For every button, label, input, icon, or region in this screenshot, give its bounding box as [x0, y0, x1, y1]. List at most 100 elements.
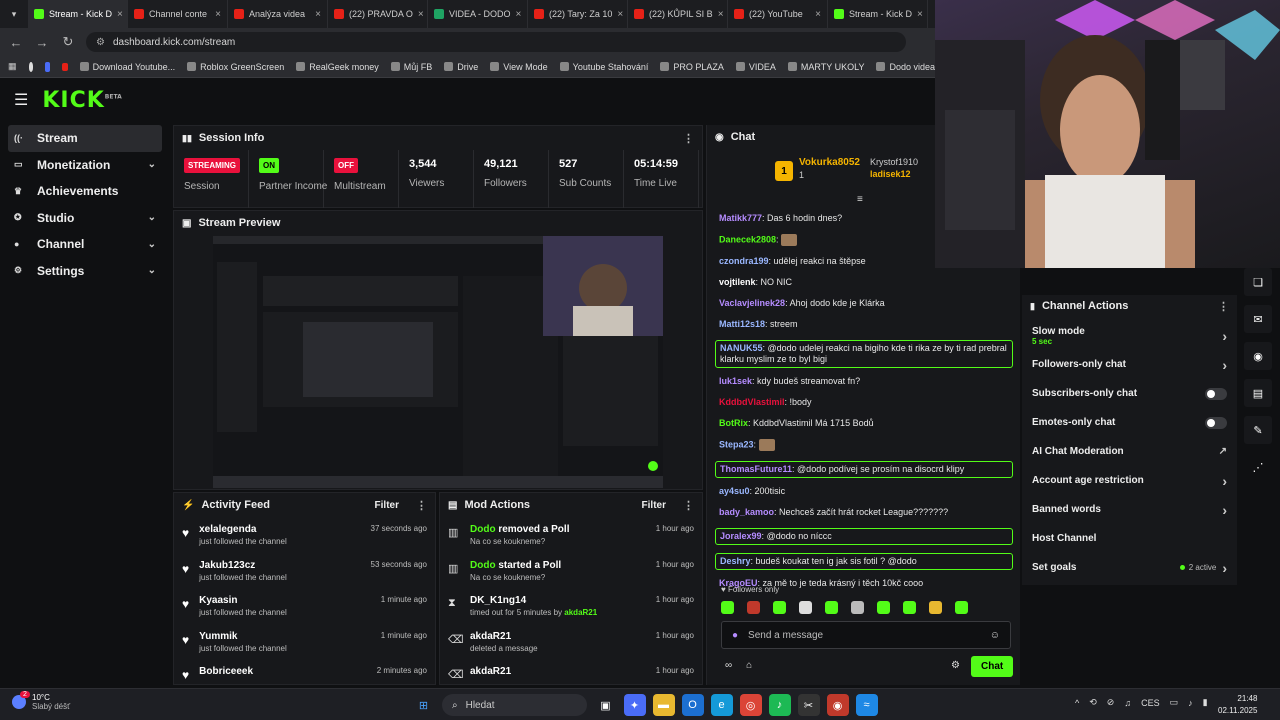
chevron-down-icon[interactable]: ⌄: [148, 212, 156, 223]
chevron-down-icon[interactable]: ⌄: [148, 159, 156, 170]
url-field[interactable]: ⚙ dashboard.kick.com/stream: [86, 32, 906, 52]
close-tab-icon[interactable]: ×: [815, 9, 821, 20]
emote-icon[interactable]: [851, 601, 864, 614]
forward-icon[interactable]: →: [34, 35, 50, 50]
display-icon[interactable]: ▭: [1170, 697, 1179, 708]
emote-icon[interactable]: [721, 601, 734, 614]
chrome-taskbar-icon[interactable]: ◎: [739, 694, 762, 716]
moderator-name[interactable]: akdaR21: [470, 631, 511, 642]
activity-filter-button[interactable]: Filter: [375, 500, 399, 511]
chevron-right-icon[interactable]: ›: [1222, 473, 1227, 489]
moderator-name[interactable]: akdaR21: [564, 608, 597, 617]
close-tab-icon[interactable]: ×: [718, 9, 724, 20]
more-icon[interactable]: ⋮: [683, 499, 694, 512]
more-icon[interactable]: ⋮: [1218, 300, 1229, 313]
close-tab-icon[interactable]: ×: [315, 9, 321, 20]
follower-name[interactable]: Jakub123cz: [199, 560, 287, 571]
back-icon[interactable]: ←: [8, 35, 24, 50]
emote-icon[interactable]: [929, 601, 942, 614]
chevron-down-icon[interactable]: ⌄: [148, 239, 156, 250]
chat-bubble-icon[interactable]: ✉: [1244, 305, 1272, 333]
chat-username[interactable]: vojtilenk: [719, 277, 756, 287]
browser-tab[interactable]: Channel conte ×: [128, 0, 228, 28]
browser-tab[interactable]: (22) Tary: Za 10 ×: [528, 0, 628, 28]
folder-icon[interactable]: ▬: [652, 694, 675, 716]
task-view-icon[interactable]: ▣: [595, 694, 617, 716]
reload-icon[interactable]: ↻: [60, 34, 76, 50]
pinned-toggle-icon[interactable]: ≡: [857, 194, 863, 205]
browser-tab[interactable]: (22) YouTube ×: [728, 0, 828, 28]
outlook-icon[interactable]: O: [681, 694, 704, 716]
bookmark-item[interactable]: Drive: [444, 62, 478, 72]
chevron-right-icon[interactable]: ›: [1222, 357, 1227, 373]
status-badge[interactable]: ON: [259, 158, 279, 173]
broadcast-icon[interactable]: ◉: [1244, 342, 1272, 370]
channel-action-ai-chat-moderation[interactable]: AI Chat Moderation ↗: [1022, 437, 1237, 466]
bookmark-item[interactable]: Můj FB: [390, 62, 432, 72]
close-tab-icon[interactable]: ×: [215, 9, 221, 20]
browser-tab[interactable]: Analýza videa ×: [228, 0, 328, 28]
chat-username[interactable]: Matikk777: [719, 213, 762, 223]
follower-name[interactable]: Kyaasin: [199, 595, 287, 606]
emote-icon[interactable]: [773, 601, 786, 614]
bookmark-item[interactable]: MARTY UKOLY: [787, 62, 864, 72]
chat-username[interactable]: ThomasFuture11: [720, 464, 792, 474]
capcut-icon[interactable]: ✂: [797, 694, 820, 716]
windows-start-icon[interactable]: ⊞: [413, 694, 435, 716]
mic-icon[interactable]: ●: [732, 630, 738, 641]
chat-username[interactable]: ay4su0: [719, 486, 750, 496]
chat-username[interactable]: KddbdVlastimil: [719, 397, 785, 407]
channel-action-followers-only-chat[interactable]: Followers-only chat ›: [1022, 350, 1237, 379]
bookmark-item[interactable]: Youtube Stahování: [559, 62, 648, 72]
external-link-icon[interactable]: ↗: [1219, 446, 1227, 457]
sidebar-item-monetization[interactable]: ▭ Monetization ⌄: [8, 152, 162, 179]
app-icon[interactable]: ≈: [855, 694, 878, 716]
emote-icon[interactable]: [747, 601, 760, 614]
channel-action-banned-words[interactable]: Banned words ›: [1022, 495, 1237, 524]
channel-action-host-channel[interactable]: Host Channel: [1022, 524, 1237, 553]
emote-icon[interactable]: [903, 601, 916, 614]
close-tab-icon[interactable]: ×: [516, 9, 522, 20]
copy-icon[interactable]: ❏: [1244, 268, 1272, 296]
sidebar-item-channel[interactable]: ● Channel ⌄: [8, 231, 162, 258]
close-tab-icon[interactable]: ×: [117, 9, 123, 20]
network-app-icon[interactable]: ⟲: [1089, 697, 1097, 708]
chevron-down-icon[interactable]: ⌄: [148, 265, 156, 276]
taskbar-search[interactable]: ⌕ Hledat: [442, 694, 587, 716]
browser-tab[interactable]: (22) PRAVDA O ×: [328, 0, 428, 28]
close-tab-icon[interactable]: ×: [418, 9, 424, 20]
chevron-right-icon[interactable]: ›: [1222, 502, 1227, 518]
sidebar-item-studio[interactable]: ✪ Studio ⌄: [8, 205, 162, 232]
bookmark-item[interactable]: Roblox GreenScreen: [187, 62, 284, 72]
toggle-switch[interactable]: [1205, 416, 1227, 429]
chrome-icon[interactable]: [28, 61, 34, 72]
chat-username[interactable]: Danecek2808: [719, 234, 776, 244]
chat-settings-icon[interactable]: ⚙: [951, 660, 960, 671]
gifter-name[interactable]: Krystof1910: [870, 157, 918, 167]
emote-icon[interactable]: [825, 601, 838, 614]
weather-widget[interactable]: 2 10°C Slabý déšť: [12, 691, 70, 711]
chat-username[interactable]: Matti12s18: [719, 319, 765, 329]
security-icon[interactable]: ⊘: [1107, 697, 1115, 708]
moderator-name[interactable]: Dodo: [470, 560, 496, 571]
volume-icon[interactable]: ♪: [1188, 698, 1193, 708]
chat-username[interactable]: NANUK55: [720, 343, 763, 353]
bookmark-icon-shortcut[interactable]: [45, 61, 51, 72]
edge-icon[interactable]: e: [710, 694, 733, 716]
status-badge[interactable]: STREAMING: [184, 158, 240, 173]
bookmark-item[interactable]: RealGeek money: [296, 62, 379, 72]
top-gifter-name[interactable]: Vokurka8052: [799, 157, 860, 168]
sidebar-item-achievements[interactable]: ♛ Achievements: [8, 178, 162, 205]
chat-send-button[interactable]: Chat: [971, 656, 1014, 677]
close-tab-icon[interactable]: ×: [917, 9, 923, 20]
browser-tab[interactable]: VIDEA - DODO ×: [428, 0, 528, 28]
mic-tray-icon[interactable]: ♫: [1124, 698, 1131, 708]
share-icon[interactable]: ⋰: [1244, 453, 1272, 481]
emote-icon[interactable]: [877, 601, 890, 614]
chat-username[interactable]: luk1sek: [719, 376, 752, 386]
chat-username[interactable]: Deshry: [720, 556, 751, 566]
copilot-icon[interactable]: ✦: [623, 694, 646, 716]
youtube-icon[interactable]: [62, 62, 68, 71]
bookmark-item[interactable]: View Mode: [490, 62, 548, 72]
moderator-name[interactable]: DK_K1ng14: [470, 595, 526, 606]
